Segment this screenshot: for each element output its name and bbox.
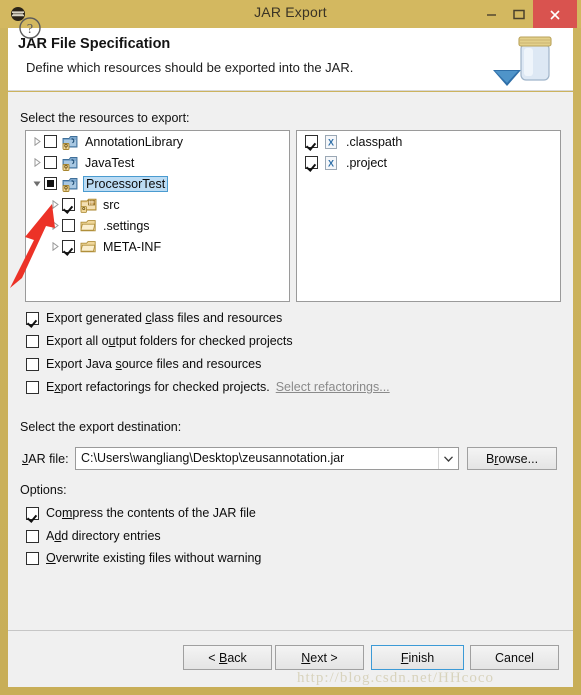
source-folder-icon (80, 197, 97, 213)
finish-button[interactable]: Finish (371, 645, 464, 670)
select-refactorings-link[interactable]: Select refactorings... (276, 380, 390, 394)
title-bar[interactable]: JAR Export (0, 0, 581, 28)
minimize-icon[interactable] (477, 0, 505, 28)
help-icon[interactable]: ? (18, 16, 42, 40)
export-output-folders-checkbox[interactable] (26, 334, 39, 348)
tree-checkbox[interactable] (44, 156, 57, 169)
java-project-icon (62, 134, 79, 150)
tree-checkbox[interactable] (44, 135, 57, 148)
export-class-files-checkbox[interactable] (26, 311, 39, 325)
jar-export-icon (491, 30, 563, 90)
xml-file-icon: X (323, 155, 340, 171)
tree-checkbox[interactable] (62, 219, 75, 232)
cancel-button[interactable]: Cancel (470, 645, 559, 670)
file-item-label[interactable]: .classpath (344, 135, 404, 149)
compress-contents-label: Compress the contents of the JAR file (46, 506, 256, 520)
export-output-folders-label: Export all output folders for checked pr… (46, 334, 293, 348)
resource-tree-left[interactable]: AnnotationLibrary JavaTest ProcessorTest sr… (25, 130, 290, 302)
svg-text:?: ? (27, 22, 33, 37)
svg-text:X: X (328, 158, 334, 168)
file-item-label[interactable]: .project (344, 156, 389, 170)
back-button[interactable]: < Back (183, 645, 272, 670)
java-project-icon (62, 155, 79, 171)
browse-button[interactable]: Br owse... (467, 447, 557, 470)
chevron-right-icon[interactable] (48, 194, 62, 215)
chevron-down-icon[interactable] (438, 448, 458, 469)
jar-file-input[interactable]: C:\Users\wangliang\Desktop\zeusannotatio… (75, 447, 459, 470)
add-directory-entries-checkbox[interactable] (26, 529, 39, 543)
svg-text:X: X (328, 137, 334, 147)
chevron-right-icon[interactable] (30, 152, 44, 173)
tree-checkbox[interactable] (44, 177, 57, 190)
dialog-header: JAR File Specification Define which reso… (8, 28, 573, 91)
jar-file-label: JAR file: (22, 452, 69, 466)
export-output-folders[interactable]: Export all output folders for checked pr… (26, 334, 293, 348)
tree-row[interactable]: AnnotationLibrary (26, 131, 289, 152)
tree-item-label[interactable]: JavaTest (83, 156, 136, 170)
resources-label: Select the resources to export: (20, 111, 190, 125)
export-refactorings-label: Export refactorings for checked projects… (46, 380, 270, 394)
jar-export-dialog: JAR Export JAR File Specification Define… (0, 0, 581, 695)
tree-row[interactable]: .settings (26, 215, 289, 236)
export-class-files[interactable]: Export generated class files and resourc… (26, 311, 282, 325)
compress-contents[interactable]: Compress the contents of the JAR file (26, 506, 256, 520)
tree-item-label[interactable]: META-INF (101, 240, 163, 254)
chevron-right-icon[interactable] (30, 131, 44, 152)
tree-item-label[interactable]: ProcessorTest (83, 175, 169, 192)
tree-row[interactable]: ProcessorTest (26, 173, 289, 194)
tree-item-label[interactable]: .settings (101, 219, 152, 233)
export-refactorings-checkbox[interactable] (26, 380, 39, 394)
tree-row[interactable]: src (26, 194, 289, 215)
tree-checkbox[interactable] (62, 240, 75, 253)
export-class-files-label: Export generated class files and resourc… (46, 311, 283, 325)
options-label: Options: (20, 483, 67, 497)
tree-item-label[interactable]: src (101, 198, 122, 212)
destination-label: Select the export destination: (20, 420, 182, 434)
list-item[interactable]: X .classpath (297, 131, 560, 152)
page-subtitle: Define which resources should be exporte… (26, 60, 354, 75)
chevron-down-icon[interactable] (30, 173, 44, 194)
file-checkbox[interactable] (305, 156, 318, 169)
xml-file-icon: X (323, 134, 340, 150)
chevron-right-icon[interactable] (48, 215, 62, 236)
next-button[interactable]: Next > (275, 645, 364, 670)
folder-icon (80, 239, 97, 255)
tree-row[interactable]: META-INF (26, 236, 289, 257)
tree-row[interactable]: JavaTest (26, 152, 289, 173)
folder-icon (80, 218, 97, 234)
close-icon[interactable] (533, 0, 577, 28)
file-checkbox[interactable] (305, 135, 318, 148)
overwrite-existing[interactable]: Overwrite existing files without warning (26, 551, 261, 565)
maximize-icon[interactable] (505, 0, 533, 28)
export-source-files-checkbox[interactable] (26, 357, 39, 371)
jar-file-value[interactable]: C:\Users\wangliang\Desktop\zeusannotatio… (81, 451, 344, 465)
resource-tree-right[interactable]: X .classpath X .project (296, 130, 561, 302)
add-directory-entries[interactable]: Add directory entries (26, 529, 161, 543)
export-source-files-label: Export Java source files and resources (46, 357, 262, 371)
list-item[interactable]: X .project (297, 152, 560, 173)
tree-item-label[interactable]: AnnotationLibrary (83, 135, 185, 149)
overwrite-existing-checkbox[interactable] (26, 551, 39, 565)
export-source-files[interactable]: Export Java source files and resources (26, 357, 261, 371)
add-directory-entries-label: Add directory entries (46, 529, 161, 543)
java-project-icon (62, 176, 79, 192)
export-refactorings[interactable]: Export refactorings for checked projects… (26, 380, 390, 394)
chevron-right-icon[interactable] (48, 236, 62, 257)
tree-checkbox[interactable] (62, 198, 75, 211)
compress-contents-checkbox[interactable] (26, 506, 39, 520)
overwrite-existing-label: Overwrite existing files without warning (46, 551, 262, 565)
